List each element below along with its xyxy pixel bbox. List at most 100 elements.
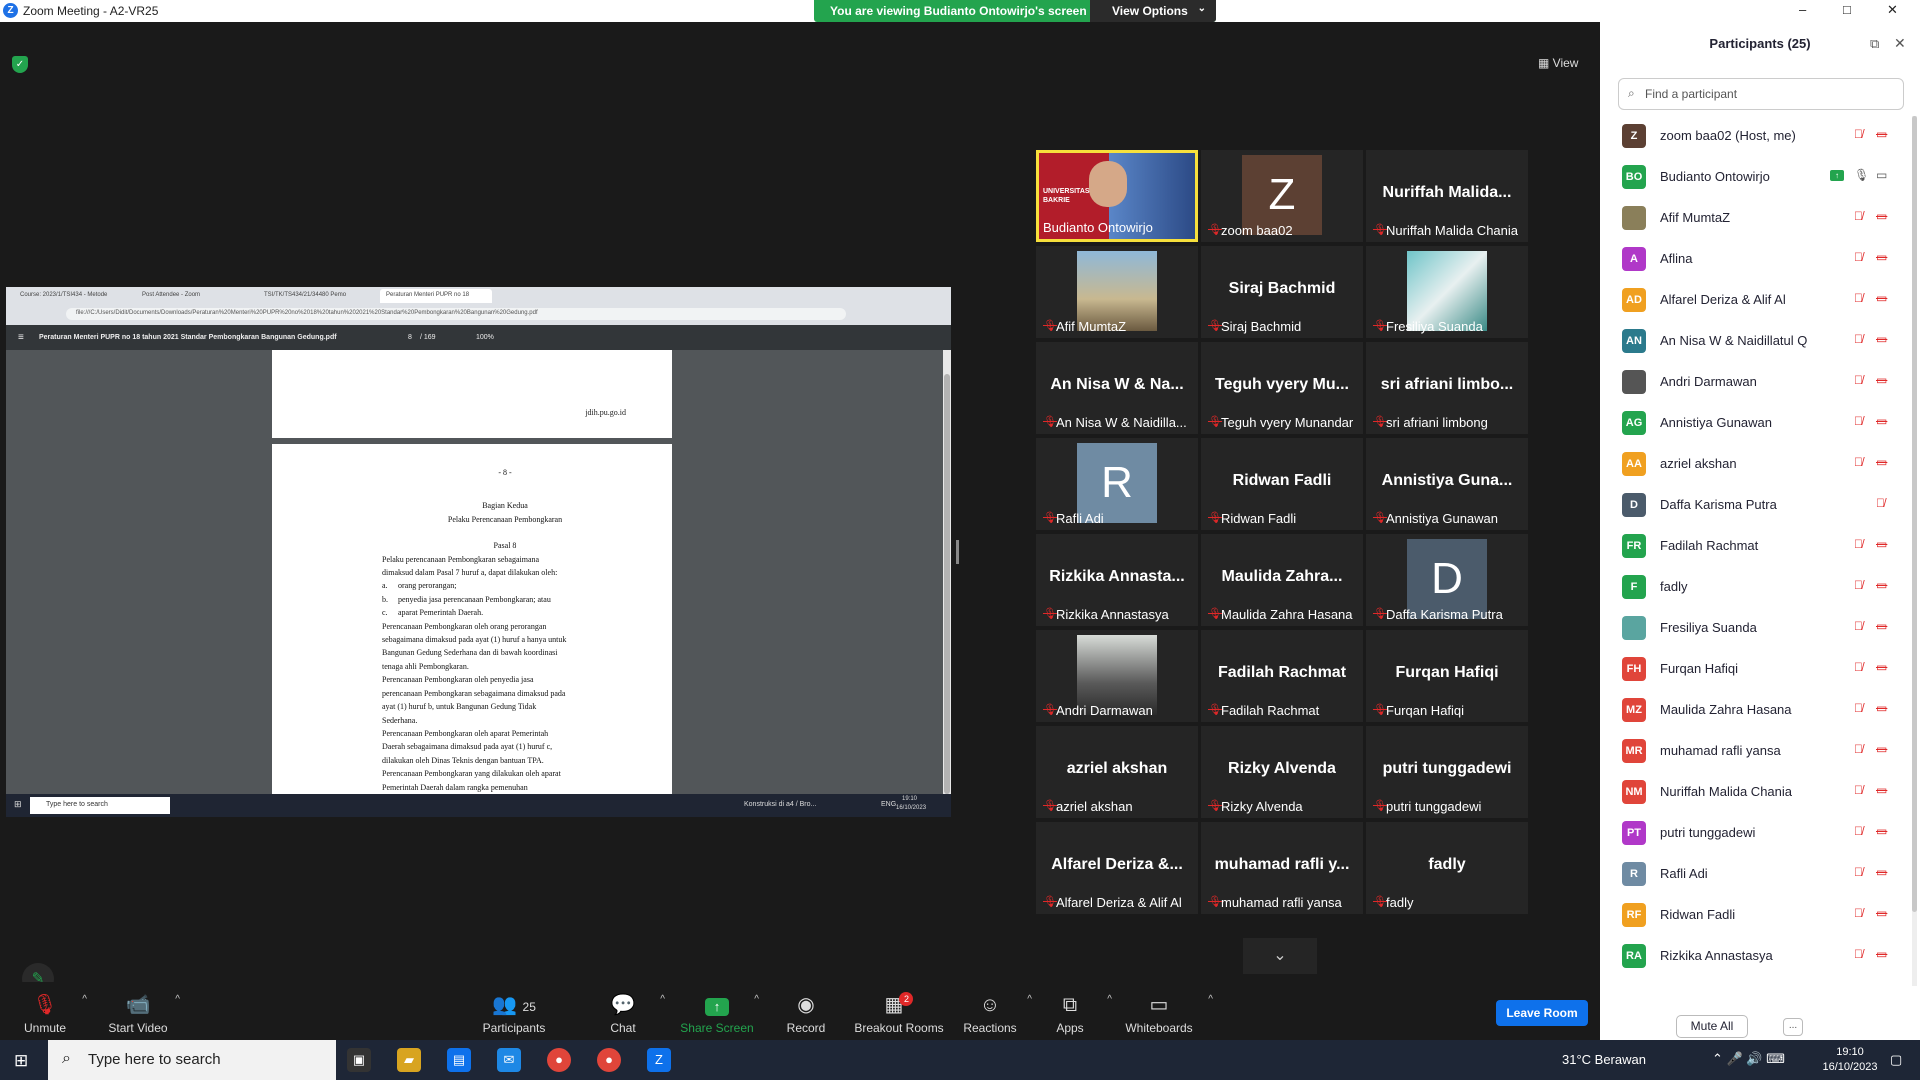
video-off-icon[interactable]: ▭ [1876,578,1887,592]
video-tile[interactable]: Rizkika Annasta... 🎙 Rizkika Annastasya [1036,534,1198,626]
chevron-up-icon[interactable]: ^ [660,994,665,1005]
record-button[interactable]: ◉ Record [756,982,856,1042]
video-off-icon[interactable]: ▭ [1876,947,1887,961]
start-video-button[interactable]: 📹 Start Video ^ [88,982,188,1042]
video-tile[interactable]: Ridwan Fadli 🎙 Ridwan Fadli [1201,438,1363,530]
participant-row[interactable]: RA Rizkika Annastasya 🎙̸ ▭ [1600,936,1908,977]
mic-icon[interactable]: 🎙 [1854,168,1869,182]
muted-mic-icon[interactable]: 🎙̸ [1854,373,1863,387]
muted-mic-icon[interactable]: 🎙̸ [1876,496,1885,510]
muted-mic-icon[interactable]: 🎙̸ [1854,455,1863,469]
security-shield-icon[interactable]: ✓ [12,56,28,73]
participant-row[interactable]: A Aflina 🎙̸ ▭ [1600,239,1908,280]
zoom-taskbar-icon[interactable]: Z [647,1048,671,1072]
muted-mic-icon[interactable]: 🎙̸ [1854,783,1863,797]
weather-widget[interactable]: 31°C Berawan [1562,1052,1646,1067]
muted-mic-icon[interactable]: 🎙̸ [1854,619,1863,633]
video-off-icon[interactable]: ▭ [1876,414,1887,428]
minimize-button[interactable]: – [1799,2,1806,17]
muted-mic-icon[interactable]: 🎙̸ [1854,578,1863,592]
participant-row[interactable]: Zzoom baa02 (Host, me) 🎙̸ ▭ [1600,116,1908,157]
participant-row[interactable]: FR Fadilah Rachmat 🎙̸ ▭ [1600,526,1908,567]
participant-row[interactable]: MZ Maulida Zahra Hasana 🎙̸ ▭ [1600,690,1908,731]
video-off-icon[interactable]: ▭ [1876,537,1887,551]
chevron-up-icon[interactable]: ^ [82,994,87,1005]
mail-icon[interactable]: ✉ [497,1048,521,1072]
participant-row[interactable]: AG Annistiya Gunawan 🎙̸ ▭ [1600,403,1908,444]
participant-row[interactable]: Fresiliya Suanda 🎙̸ ▭ [1600,608,1908,649]
video-tile[interactable]: putri tunggadewi 🎙 putri tunggadewi [1366,726,1528,818]
video-off-icon[interactable]: ▭ [1876,865,1887,879]
notifications-icon[interactable]: ▢ [1890,1052,1902,1068]
taskbar-clock[interactable]: 19:10 16/10/2023 [1818,1045,1882,1075]
video-off-icon[interactable]: ▭ [1876,455,1887,469]
video-off-icon[interactable]: ▭ [1876,742,1887,756]
video-off-icon[interactable]: ▭ [1876,824,1887,838]
find-participant-input[interactable]: ⌕ Find a participant [1618,78,1904,110]
video-tile[interactable]: Rizky Alvenda 🎙 Rizky Alvenda [1201,726,1363,818]
video-tile[interactable]: 🎙 Afif MumtaZ [1036,246,1198,338]
video-tile[interactable]: An Nisa W & Na... 🎙 An Nisa W & Naidilla..… [1036,342,1198,434]
video-off-icon[interactable]: ▭ [1876,250,1887,264]
participant-row[interactable]: AN An Nisa W & Naidillatul Q 🎙̸ ▭ [1600,321,1908,362]
video-tile[interactable]: UNIVERSITAS BAKRIE Budianto Ontowirjo [1036,150,1198,242]
chat-button[interactable]: 💬 Chat ^ [573,982,673,1042]
video-tile[interactable]: Siraj Bachmid 🎙 Siraj Bachmid [1201,246,1363,338]
video-tile[interactable]: Fadilah Rachmat 🎙 Fadilah Rachmat [1201,630,1363,722]
video-tile[interactable]: 🎙 Fresiliya Suanda [1366,246,1528,338]
muted-mic-icon[interactable]: 🎙̸ [1854,332,1863,346]
participant-row[interactable]: PT putri tunggadewi 🎙̸ ▭ [1600,813,1908,854]
taskbar-search-box[interactable]: ⌕ Type here to search [48,1040,336,1080]
video-off-icon[interactable]: ▭ [1876,783,1887,797]
muted-mic-icon[interactable]: 🎙̸ [1854,660,1863,674]
participant-row[interactable]: BO Budianto Ontowirjo ↑ 🎙 ▭ [1600,157,1908,198]
participant-row[interactable]: FH Furqan Hafiqi 🎙̸ ▭ [1600,649,1908,690]
whiteboards-button[interactable]: ▭ Whiteboards ^ [1109,982,1213,1042]
participant-row[interactable]: Ffadly 🎙̸ ▭ [1600,567,1908,608]
video-off-icon[interactable]: ▭ [1876,906,1887,920]
video-icon[interactable]: ▭ [1876,168,1887,182]
view-button[interactable]: ▦ View [1538,56,1578,70]
video-tile[interactable]: fadly 🎙 fadly [1366,822,1528,914]
muted-mic-icon[interactable]: 🎙̸ [1854,947,1863,961]
video-tile[interactable]: Teguh vyery Mu... 🎙 Teguh vyery Munandar [1201,342,1363,434]
muted-mic-icon[interactable]: 🎙̸ [1854,742,1863,756]
participant-row[interactable]: AA azriel akshan 🎙̸ ▭ [1600,444,1908,485]
participant-row[interactable]: Andri Darmawan 🎙̸ ▭ [1600,362,1908,403]
video-off-icon[interactable]: ▭ [1876,701,1887,715]
chevron-up-icon[interactable]: ^ [1208,994,1213,1005]
video-tile[interactable]: Nuriffah Malida... 🎙 Nuriffah Malida Chani… [1366,150,1528,242]
video-tile[interactable]: 🎙 Andri Darmawan [1036,630,1198,722]
pop-out-icon[interactable]: ⧉ [1870,36,1879,52]
video-off-icon[interactable]: ▭ [1876,291,1887,305]
video-tile[interactable]: azriel akshan 🎙 azriel akshan [1036,726,1198,818]
video-tile[interactable]: Maulida Zahra... 🎙 Maulida Zahra Hasana [1201,534,1363,626]
muted-mic-icon[interactable]: 🎙̸ [1854,537,1863,551]
chrome-profile-icon[interactable]: ● [597,1048,621,1072]
breakout-rooms-button[interactable]: ▦2 Breakout Rooms [849,982,949,1042]
view-options-button[interactable]: View Options ⌄ [1090,0,1216,22]
video-off-icon[interactable]: ▭ [1876,660,1887,674]
store-icon[interactable]: ▤ [447,1048,471,1072]
system-tray-icons[interactable]: ⌃ 🎤 🔊 ⌨ [1712,1051,1785,1067]
participant-list-scrollbar[interactable] [1912,116,1917,986]
close-window-button[interactable]: ✕ [1887,2,1898,18]
muted-mic-icon[interactable]: 🎙̸ [1854,250,1863,264]
video-off-icon[interactable]: ▭ [1876,332,1887,346]
video-off-icon[interactable]: ▭ [1876,209,1887,223]
participant-row[interactable]: AD Alfarel Deriza & Alif Al 🎙̸ ▭ [1600,280,1908,321]
video-tile[interactable]: Alfarel Deriza &... 🎙 Alfarel Deriza & Ali… [1036,822,1198,914]
mute-all-button[interactable]: Mute All [1676,1015,1748,1038]
video-tile[interactable]: Furqan Hafiqi 🎙 Furqan Hafiqi [1366,630,1528,722]
video-tile[interactable]: Z 🎙 zoom baa02 [1201,150,1363,242]
participant-row[interactable]: NM Nuriffah Malida Chania 🎙̸ ▭ [1600,772,1908,813]
participants-button[interactable]: 👥 25 Participants [464,982,564,1042]
participant-row[interactable]: RF Ridwan Fadli 🎙̸ ▭ [1600,895,1908,936]
restore-button[interactable]: □ [1843,2,1851,17]
video-tile[interactable]: D 🎙 Daffa Karisma Putra [1366,534,1528,626]
close-icon[interactable]: ✕ [1894,35,1906,52]
video-tile[interactable]: R 🎙 Rafli Adi [1036,438,1198,530]
muted-mic-icon[interactable]: 🎙̸ [1854,209,1863,223]
participant-row[interactable]: D Daffa Karisma Putra 🎙̸ [1600,485,1908,526]
muted-mic-icon[interactable]: 🎙̸ [1854,865,1863,879]
